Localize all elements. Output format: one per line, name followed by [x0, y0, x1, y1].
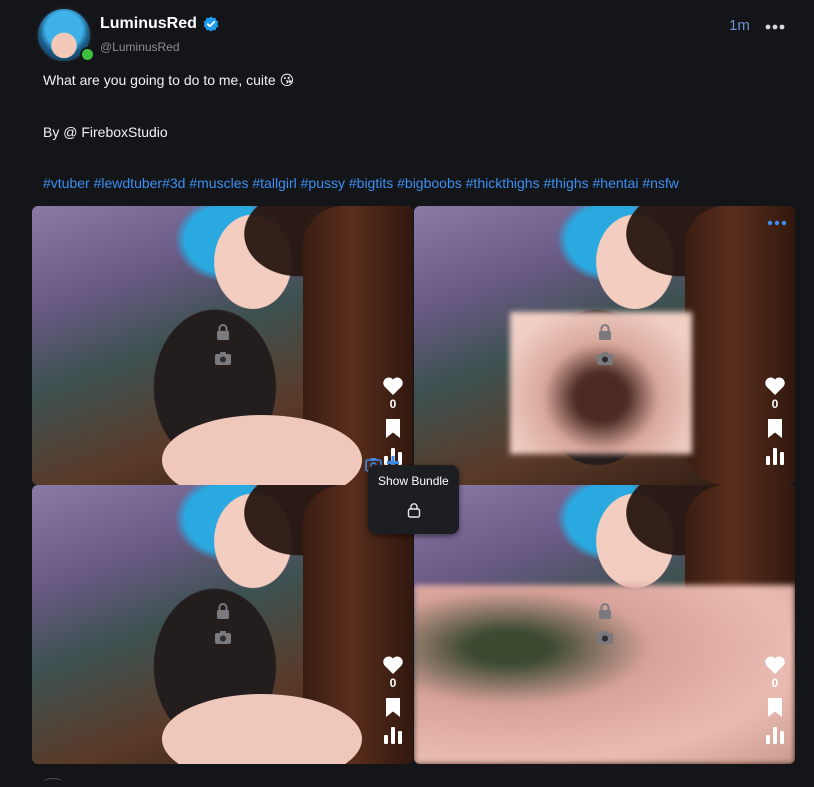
like-count: 0	[389, 676, 397, 690]
like-count: 0	[771, 676, 779, 690]
hashtag[interactable]: #lewdtuber	[94, 175, 163, 191]
media-actions: 0	[763, 655, 787, 744]
heart-icon[interactable]	[764, 376, 786, 396]
heart-icon[interactable]	[764, 655, 786, 675]
media-tile-4[interactable]: 0	[414, 485, 795, 764]
camera-icon	[215, 352, 231, 365]
post-credit: By @ FireboxStudio	[43, 124, 168, 140]
media-tile-2[interactable]: 0	[414, 206, 795, 485]
hashtag[interactable]: #thickthighs	[466, 175, 540, 191]
hashtag[interactable]: #hentai	[593, 175, 639, 191]
post-timestamp: 1m	[729, 17, 750, 34]
media-tile-3[interactable]: 0	[32, 485, 413, 764]
tile-more-icon[interactable]	[767, 220, 787, 226]
next-post-edge	[43, 778, 63, 787]
tooltip-label: Show Bundle	[378, 474, 449, 488]
author-handle[interactable]: @LuminusRed	[100, 40, 180, 54]
author-avatar[interactable]	[36, 7, 95, 63]
hashtag[interactable]: #bigtits	[349, 175, 393, 191]
lock-icon	[217, 324, 229, 340]
bookmark-icon[interactable]	[385, 418, 401, 439]
post-card: LuminusRed @LuminusRed 1m What are you g…	[0, 0, 814, 782]
media-tile-1[interactable]: 0	[32, 206, 413, 485]
stats-icon[interactable]	[765, 726, 785, 744]
hashtag-list: #vtuber #lewdtuber#3d #muscles #tallgirl…	[43, 175, 679, 191]
show-bundle-tooltip[interactable]: Show Bundle	[368, 465, 459, 534]
lock-icon	[599, 603, 611, 619]
verified-badge-icon	[203, 16, 219, 32]
hashtag[interactable]: #3d	[162, 175, 185, 191]
stats-icon[interactable]	[765, 447, 785, 465]
media-actions: 0	[381, 376, 405, 465]
hashtag[interactable]: #vtuber	[43, 175, 90, 191]
bookmark-icon[interactable]	[767, 418, 783, 439]
more-options-icon[interactable]	[764, 19, 786, 35]
hashtag[interactable]: #nsfw	[642, 175, 679, 191]
camera-icon	[215, 631, 231, 644]
camera-icon	[597, 631, 613, 644]
hashtag[interactable]: #bigboobs	[397, 175, 462, 191]
heart-icon[interactable]	[382, 655, 404, 675]
unlock-icon	[407, 503, 421, 518]
hashtag[interactable]: #tallgirl	[252, 175, 296, 191]
hashtag[interactable]: #pussy	[301, 175, 345, 191]
bookmark-icon[interactable]	[767, 697, 783, 718]
lock-icon	[599, 324, 611, 340]
author-name-row: LuminusRed	[100, 15, 219, 33]
bookmark-icon[interactable]	[385, 697, 401, 718]
hashtag[interactable]: #muscles	[189, 175, 248, 191]
media-actions: 0	[763, 376, 787, 465]
stats-icon[interactable]	[383, 726, 403, 744]
camera-icon	[597, 352, 613, 365]
lock-icon	[217, 603, 229, 619]
like-count: 0	[771, 397, 779, 411]
author-display-name[interactable]: LuminusRed	[100, 15, 197, 33]
like-count: 0	[389, 397, 397, 411]
post-text: What are you going to do to me, cuite 😘	[43, 72, 295, 88]
media-actions: 0	[381, 655, 405, 744]
hashtag[interactable]: #thighs	[543, 175, 588, 191]
online-status-dot	[80, 47, 95, 62]
heart-icon[interactable]	[382, 376, 404, 396]
